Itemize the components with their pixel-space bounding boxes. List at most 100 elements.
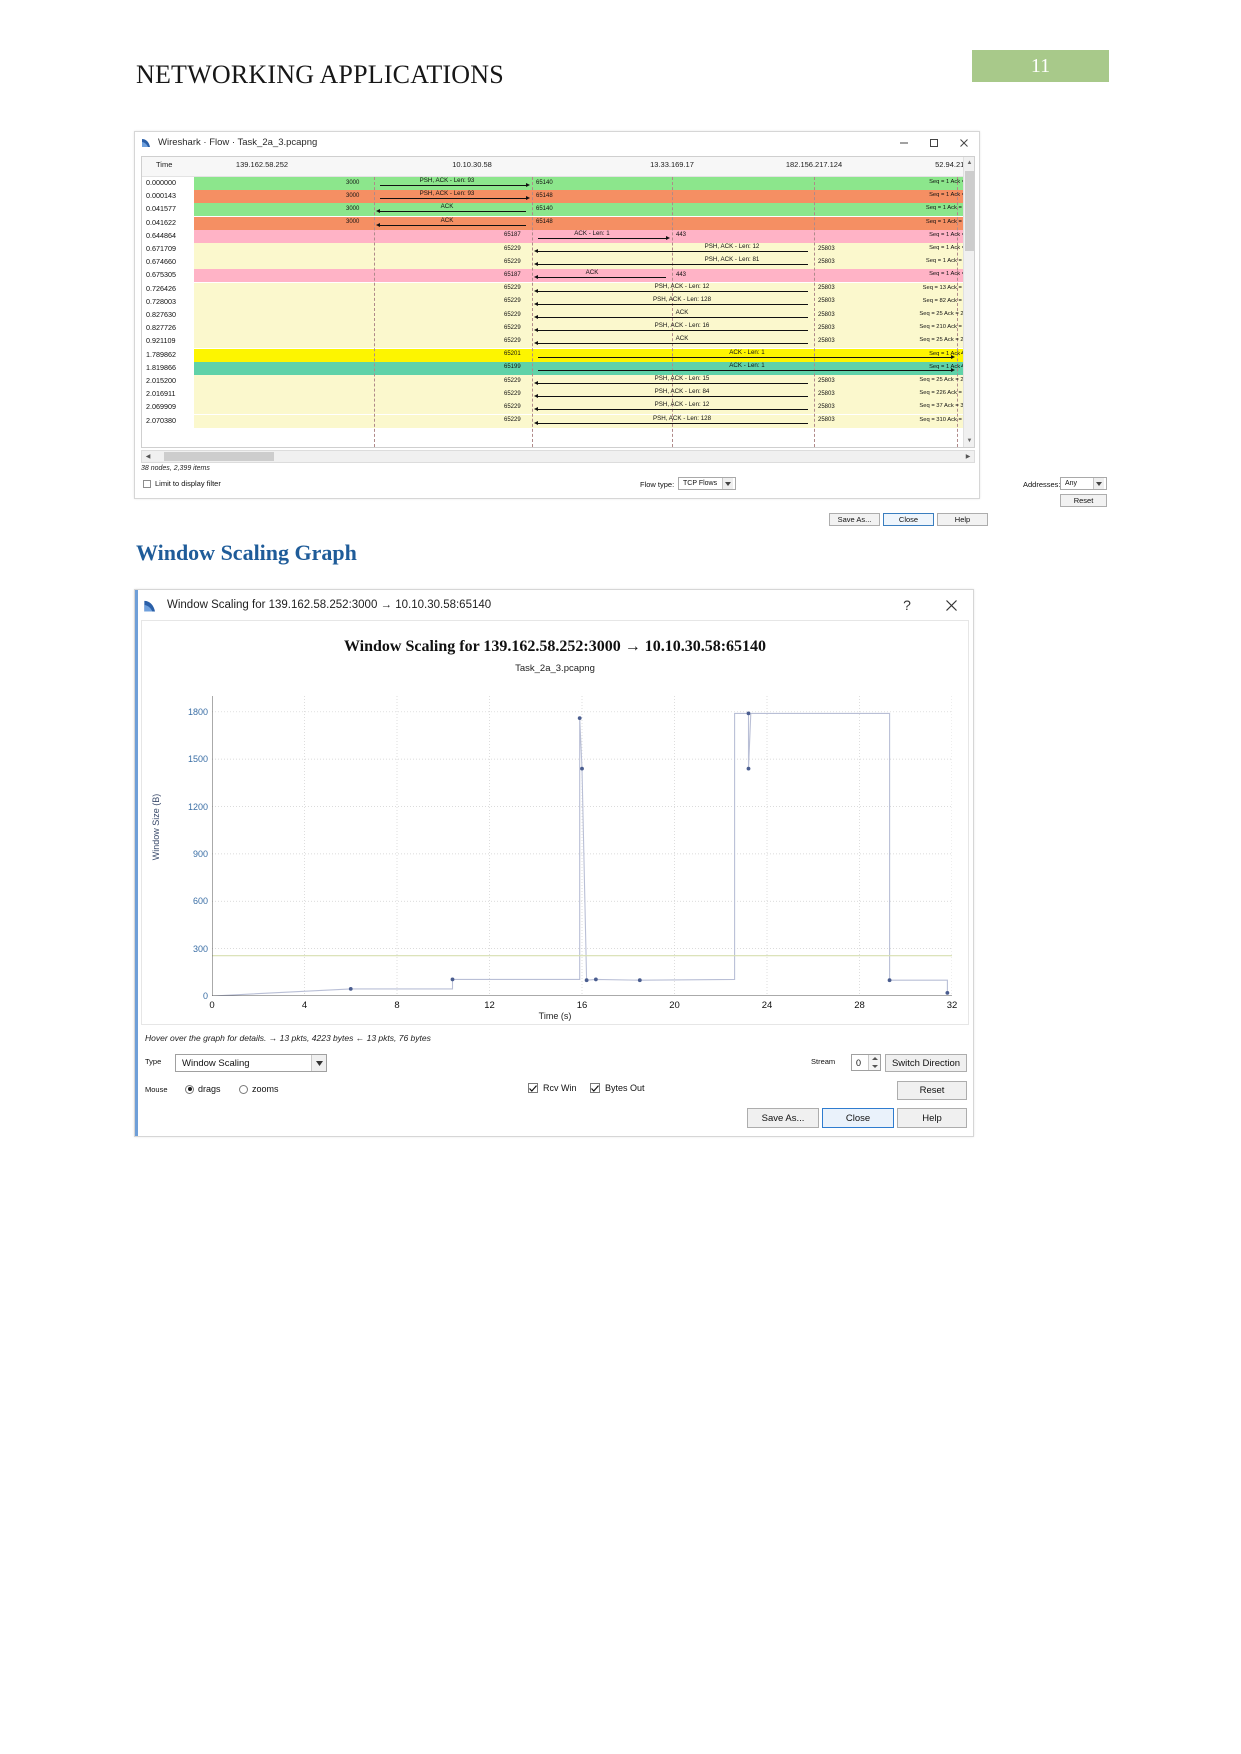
chart-x-tick-label: 20 — [669, 1000, 680, 1011]
switch-direction-button[interactable]: Switch Direction — [885, 1054, 967, 1072]
close-icon[interactable] — [949, 132, 979, 154]
stream-stepper[interactable]: 0 — [851, 1054, 881, 1071]
flow-row[interactable]: 0.728003 PSH, ACK - Len: 128 65229 25803 Seq… — [142, 295, 974, 309]
mouse-drags-label: drags — [198, 1084, 221, 1094]
maximize-icon[interactable] — [919, 132, 949, 154]
flow-row[interactable]: 0.674660 PSH, ACK - Len: 81 65229 25803 Seq … — [142, 256, 974, 270]
chart-panel[interactable]: Window Scaling for 139.162.58.252:3000 →… — [141, 620, 969, 1025]
addresses-value: Any — [1065, 480, 1078, 487]
flow-packet-label: ACK — [440, 203, 454, 211]
flow-row-band — [194, 335, 974, 349]
flow-row[interactable]: 1.819866ACK - Len: 165199443Seq = 1 Ack … — [142, 361, 974, 375]
flow-row[interactable]: 2.016911 PSH, ACK - Len: 84 65229 25803 Seq … — [142, 388, 974, 402]
minimize-icon[interactable] — [889, 132, 919, 154]
flow-row-time: 0.921109 — [142, 336, 194, 346]
chart-y-ticks: 0 300 600 900 1200 1500 1800 — [166, 696, 208, 1001]
flow-packet-label: PSH, ACK - Len: 93 — [419, 190, 475, 198]
flow-dest-port: 25803 — [818, 403, 835, 410]
help-question-icon[interactable]: ? — [885, 590, 929, 620]
mouse-zooms-radio[interactable]: zooms — [239, 1084, 279, 1094]
close-button[interactable]: Close — [822, 1108, 894, 1128]
flow-dest-port: 443 — [676, 232, 687, 239]
mouse-label: Mouse — [145, 1085, 168, 1094]
save-as-button[interactable]: Save As... — [747, 1108, 819, 1128]
addresses-select[interactable]: Any — [1060, 477, 1107, 490]
flow-source-port: 3000 — [346, 205, 360, 212]
scrollbar-thumb[interactable] — [965, 171, 974, 251]
flow-row[interactable]: 2.015200 PSH, ACK - Len: 15 65229 25803 Seq … — [142, 375, 974, 388]
flow-row-time: 1.789862 — [142, 349, 194, 359]
flow-packet-label: ACK — [440, 216, 454, 224]
close-icon[interactable] — [929, 590, 973, 620]
page-number-badge: 11 — [972, 50, 1109, 82]
flow-row-band — [194, 282, 974, 296]
bytes-out-checkbox[interactable]: Bytes Out — [590, 1083, 645, 1093]
flow-row[interactable]: 0.827630 ACK 65229 25803 Seq = 25 Ack = 210 — [142, 309, 974, 322]
mouse-drags-radio[interactable]: drags — [185, 1084, 221, 1094]
flow-row[interactable]: 1.789862ACK - Len: 165201443Seq = 1 Ack … — [142, 348, 974, 362]
chart-y-tick-label: 0 — [202, 991, 208, 1001]
flow-row-time: 0.674660 — [142, 257, 194, 267]
flow-type-select[interactable]: TCP Flows — [678, 477, 736, 490]
chart-y-tick-label: 1500 — [187, 754, 208, 765]
chevron-down-icon[interactable] — [1093, 478, 1104, 489]
scroll-down-icon[interactable]: ▼ — [964, 435, 974, 447]
flow-row[interactable]: 0.041577 ACK 3000 65140 Seq = 1 Ack = 94 — [142, 203, 974, 217]
flow-row[interactable]: 0.000143 PSH, ACK - Len: 93 3000 65148 Seq =… — [142, 190, 974, 204]
flow-row-time: 0.041577 — [142, 204, 194, 214]
flow-vertical-scrollbar[interactable]: ▲ ▼ — [963, 157, 974, 447]
flow-packet-label: PSH, ACK - Len: 12 — [704, 243, 760, 250]
wsg-action-row: Save As... Close Help — [135, 1108, 973, 1132]
help-button[interactable]: Help — [897, 1108, 967, 1128]
flow-row[interactable]: 0.827726 PSH, ACK - Len: 16 65229 25803 Seq … — [142, 322, 974, 336]
flow-row-band — [194, 203, 974, 217]
stepper-arrows[interactable] — [868, 1055, 880, 1070]
help-button[interactable]: Help — [937, 513, 988, 526]
reset-button[interactable]: Reset — [1060, 494, 1107, 507]
flow-source-port: 3000 — [346, 219, 360, 226]
limit-display-filter-checkbox[interactable]: Limit to display filter — [143, 479, 221, 488]
flow-source-port: 65199 — [504, 364, 521, 371]
flow-type-label: Flow type: — [640, 480, 675, 489]
scroll-left-icon[interactable]: ◀ — [142, 451, 154, 462]
flow-row[interactable]: 0.041622 ACK 3000 65148 Seq = 1 Ack = 94 — [142, 216, 974, 230]
scrollbar-thumb-h[interactable] — [164, 452, 274, 461]
flow-row[interactable]: 0.726426 PSH, ACK - Len: 12 65229 25803 Seq … — [142, 282, 974, 296]
flow-row[interactable]: 0.921109 ACK 65229 25803 Seq = 25 Ack = 226 — [142, 335, 974, 349]
rcv-win-checkbox[interactable]: Rcv Win — [528, 1083, 577, 1093]
flow-row[interactable]: 0.671709 PSH, ACK - Len: 12 65229 25803 Seq … — [142, 243, 974, 256]
flow-arrow — [534, 381, 808, 385]
wsg-window-controls: ? — [885, 590, 973, 620]
flow-packet-label: PSH, ACK - Len: 128 — [652, 414, 712, 422]
close-button[interactable]: Close — [883, 513, 934, 526]
flow-row[interactable]: 0.644864 ACK - Len: 1 65187 443 Seq = 1 Ack … — [142, 229, 974, 243]
wireshark-flow-window: Wireshark · Flow · Task_2a_3.pcapng Time… — [134, 131, 1107, 526]
chart-y-tick-label: 600 — [192, 896, 208, 907]
flow-row[interactable]: 2.069909 PSH, ACK - Len: 12 65229 25803 Seq … — [142, 401, 974, 415]
flow-row[interactable]: 0.675305 ACK 65187 443 Seq = 1 Ack = 2 — [142, 269, 974, 283]
flow-row-time: 0.728003 — [142, 296, 194, 306]
chart-plot-area[interactable] — [212, 696, 952, 996]
flow-row-band — [194, 361, 974, 375]
flow-dest-port: 65140 — [536, 205, 553, 212]
flow-horizontal-scrollbar[interactable]: ◀ ▶ — [141, 450, 975, 463]
flow-arrow — [534, 275, 666, 280]
stepper-up-icon[interactable] — [869, 1055, 880, 1063]
flow-row[interactable]: 2.070380 PSH, ACK - Len: 128 65229 25803 Seq… — [142, 414, 974, 428]
stepper-down-icon[interactable] — [869, 1063, 880, 1071]
flow-row-band — [194, 322, 974, 336]
flow-source-port: 65201 — [504, 351, 521, 358]
scroll-up-icon[interactable]: ▲ — [964, 157, 974, 169]
chevron-down-icon[interactable] — [722, 478, 733, 489]
section-heading: Window Scaling Graph — [136, 540, 357, 565]
type-select[interactable]: Window Scaling — [175, 1054, 327, 1072]
save-as-button[interactable]: Save As... — [829, 513, 880, 526]
reset-button[interactable]: Reset — [897, 1081, 967, 1100]
flow-row-time: 1.819866 — [142, 362, 194, 372]
flow-row-time: 0.644864 — [142, 230, 194, 240]
chart-y-tick-label: 1200 — [187, 801, 208, 812]
flow-diagram-body[interactable]: Time 139.162.58.252 10.10.30.58 13.33.169.1… — [141, 156, 975, 448]
scroll-right-icon[interactable]: ▶ — [962, 451, 974, 462]
chevron-down-icon[interactable] — [311, 1055, 326, 1071]
flow-row[interactable]: 0.000000 PSH, ACK - Len: 93 3000 65140 Seq =… — [142, 177, 974, 190]
